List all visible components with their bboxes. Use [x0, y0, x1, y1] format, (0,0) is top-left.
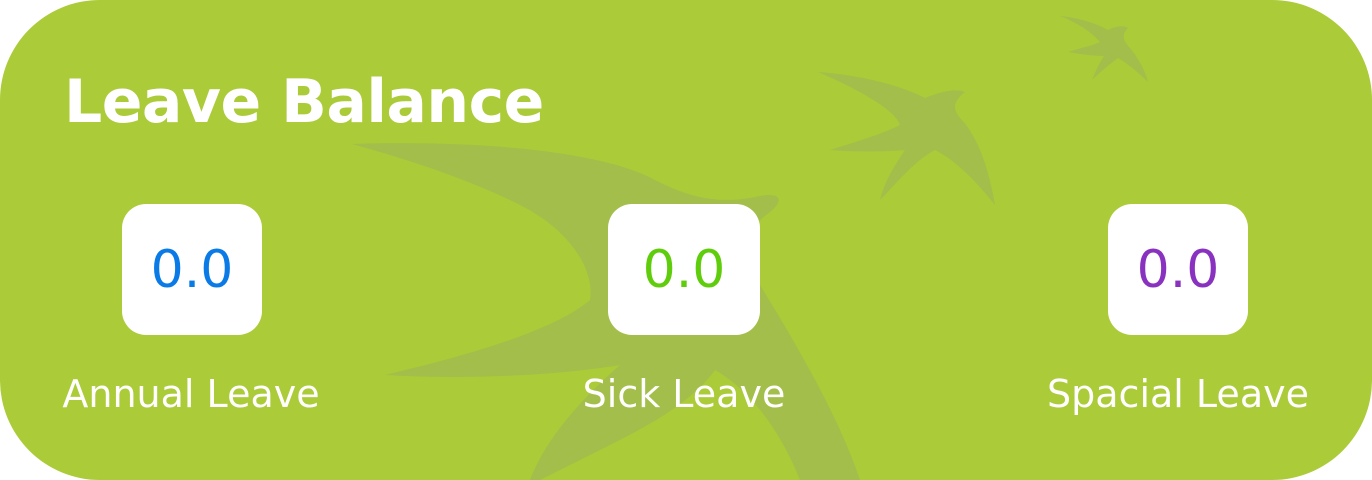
special-leave-label: Spacial Leave	[1047, 372, 1309, 416]
special-leave-value-tile[interactable]: 0.0	[1108, 204, 1248, 335]
leave-balance-card: Leave Balance 0.0 Annual Leave 0.0 Sick …	[0, 0, 1372, 480]
annual-leave-label: Annual Leave	[62, 372, 320, 416]
card-title: Leave Balance	[64, 67, 544, 137]
annual-leave-value-tile[interactable]: 0.0	[122, 204, 262, 335]
annual-leave-value: 0.0	[150, 239, 234, 300]
sick-leave-label: Sick Leave	[582, 372, 786, 416]
special-leave-value: 0.0	[1136, 239, 1220, 300]
sick-leave-value-tile[interactable]: 0.0	[608, 204, 760, 335]
sick-leave-value: 0.0	[642, 239, 726, 300]
